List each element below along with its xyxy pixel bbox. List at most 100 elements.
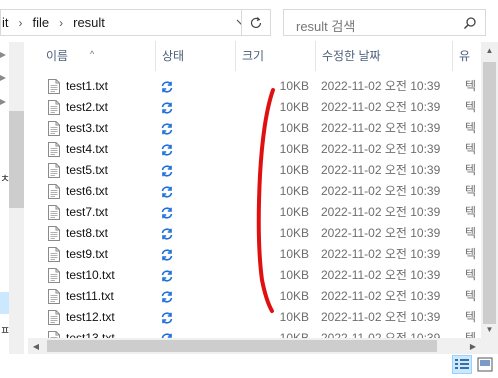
search-input[interactable]: result 검색 <box>283 9 486 36</box>
sync-status-icon <box>161 291 173 303</box>
sync-status-icon <box>161 81 173 93</box>
sync-status-icon <box>161 270 173 282</box>
file-row[interactable]: test7.txt 10KB 2022-11-02 오전 10:39 텍 <box>28 202 480 223</box>
column-header-modified[interactable]: 수정한 날짜 <box>316 41 453 71</box>
sync-status-icon <box>161 102 173 114</box>
refresh-button[interactable] <box>241 9 271 36</box>
column-header-label: 수정한 날짜 <box>322 49 381 63</box>
breadcrumb-item-result[interactable]: result <box>72 15 106 30</box>
sync-status-icon <box>161 144 173 156</box>
text-file-icon <box>48 310 60 325</box>
file-name[interactable]: test9.txt <box>66 244 158 265</box>
sort-ascending-icon: ^ <box>90 49 95 59</box>
file-row[interactable]: test11.txt 10KB 2022-11-02 오전 10:39 텍 <box>28 286 480 307</box>
text-file-icon <box>48 289 60 304</box>
sync-status-icon <box>161 228 173 240</box>
file-size: 10KB <box>279 121 309 135</box>
breadcrumb-item-file[interactable]: file <box>32 15 51 30</box>
scroll-up-arrow-icon[interactable]: ▲ <box>481 42 498 59</box>
file-size: 10KB <box>279 226 309 240</box>
text-file-icon <box>48 142 60 157</box>
sync-status-icon <box>161 249 173 261</box>
file-name[interactable]: test7.txt <box>66 202 158 223</box>
search-placeholder: result 검색 <box>296 19 356 34</box>
horizontal-scrollbar-thumb[interactable] <box>47 340 437 352</box>
file-name[interactable]: test10.txt <box>66 265 158 286</box>
refresh-icon <box>250 16 262 28</box>
column-header-size[interactable]: 크기 <box>236 41 316 71</box>
text-file-icon <box>48 226 60 241</box>
pin-icon <box>0 99 6 105</box>
file-modified-date: 2022-11-02 오전 10:39 <box>321 205 441 219</box>
file-type: 텍 <box>465 163 477 177</box>
text-file-icon <box>48 247 60 262</box>
file-name[interactable]: test2.txt <box>66 97 158 118</box>
text-file-icon <box>48 100 60 115</box>
details-view-button[interactable] <box>452 355 472 374</box>
text-file-icon <box>48 121 60 136</box>
details-view-icon <box>455 359 469 369</box>
file-size: 10KB <box>279 142 309 156</box>
file-type: 텍 <box>465 289 477 303</box>
file-modified-date: 2022-11-02 오전 10:39 <box>321 247 441 261</box>
file-row[interactable]: test5.txt 10KB 2022-11-02 오전 10:39 텍 <box>28 160 480 181</box>
file-size: 10KB <box>279 310 309 324</box>
column-header-status[interactable]: 상태 <box>156 41 236 71</box>
file-modified-date: 2022-11-02 오전 10:39 <box>321 121 441 135</box>
file-name[interactable]: test3.txt <box>66 118 158 139</box>
address-bar[interactable]: it › file › result <box>0 9 270 36</box>
file-name[interactable]: test6.txt <box>66 181 158 202</box>
breadcrumb-item-parent[interactable]: it <box>1 15 10 30</box>
breadcrumb-chevron-icon[interactable]: › <box>19 16 23 30</box>
file-name[interactable]: test11.txt <box>66 286 158 307</box>
nav-scrollbar-thumb[interactable] <box>9 111 24 208</box>
text-file-icon <box>48 163 60 178</box>
file-modified-date: 2022-11-02 오전 10:39 <box>321 163 441 177</box>
pin-icon <box>0 75 6 81</box>
column-header-label: 상태 <box>162 49 185 63</box>
nav-selected-item[interactable] <box>0 292 9 314</box>
large-icons-view-icon[interactable] <box>476 356 494 373</box>
file-name[interactable]: test12.txt <box>66 307 158 328</box>
file-row[interactable]: test3.txt 10KB 2022-11-02 오전 10:39 텍 <box>28 118 480 139</box>
sync-status-icon <box>161 186 173 198</box>
breadcrumb-chevron-icon[interactable]: › <box>59 16 63 30</box>
file-size: 10KB <box>279 289 309 303</box>
file-row[interactable]: test6.txt 10KB 2022-11-02 오전 10:39 텍 <box>28 181 480 202</box>
sync-status-icon <box>161 123 173 135</box>
column-header-label: 이름 <box>46 49 69 63</box>
file-modified-date: 2022-11-02 오전 10:39 <box>321 310 441 324</box>
file-size: 10KB <box>279 100 309 114</box>
scroll-down-arrow-icon[interactable]: ▼ <box>481 321 498 338</box>
file-row[interactable]: test2.txt 10KB 2022-11-02 오전 10:39 텍 <box>28 97 480 118</box>
file-type: 텍 <box>465 142 477 156</box>
column-header-name[interactable]: ^ 이름 <box>28 41 156 71</box>
file-row[interactable]: test9.txt 10KB 2022-11-02 오전 10:39 텍 <box>28 244 480 265</box>
file-size: 10KB <box>279 205 309 219</box>
file-name[interactable]: test5.txt <box>66 160 158 181</box>
search-icon[interactable] <box>463 16 477 30</box>
file-modified-date: 2022-11-02 오전 10:39 <box>321 268 441 282</box>
file-size: 10KB <box>279 163 309 177</box>
scroll-right-arrow-icon[interactable]: ▶ <box>465 338 481 354</box>
file-name[interactable]: test4.txt <box>66 139 158 160</box>
scroll-left-arrow-icon[interactable]: ◀ <box>28 338 44 354</box>
file-type: 텍 <box>465 100 477 114</box>
horizontal-scrollbar[interactable]: ◀ ▶ <box>28 338 481 354</box>
file-size: 10KB <box>279 184 309 198</box>
file-name[interactable]: test8.txt <box>66 223 158 244</box>
file-type: 텍 <box>465 226 477 240</box>
file-name[interactable]: test1.txt <box>66 76 158 97</box>
file-row[interactable]: test10.txt 10KB 2022-11-02 오전 10:39 텍 <box>28 265 480 286</box>
column-header-type[interactable]: 유 <box>453 41 480 71</box>
file-row[interactable]: test8.txt 10KB 2022-11-02 오전 10:39 텍 <box>28 223 480 244</box>
file-row[interactable]: test12.txt 10KB 2022-11-02 오전 10:39 텍 <box>28 307 480 328</box>
sync-status-icon <box>161 312 173 324</box>
file-row[interactable]: test1.txt 10KB 2022-11-02 오전 10:39 텍 <box>28 76 480 97</box>
file-row[interactable]: test4.txt 10KB 2022-11-02 오전 10:39 텍 <box>28 139 480 160</box>
file-type: 텍 <box>465 268 477 282</box>
vertical-scrollbar-thumb[interactable] <box>483 62 496 324</box>
vertical-scrollbar[interactable]: ▲ ▼ <box>481 42 498 338</box>
text-file-icon <box>48 79 60 94</box>
file-modified-date: 2022-11-02 오전 10:39 <box>321 184 441 198</box>
